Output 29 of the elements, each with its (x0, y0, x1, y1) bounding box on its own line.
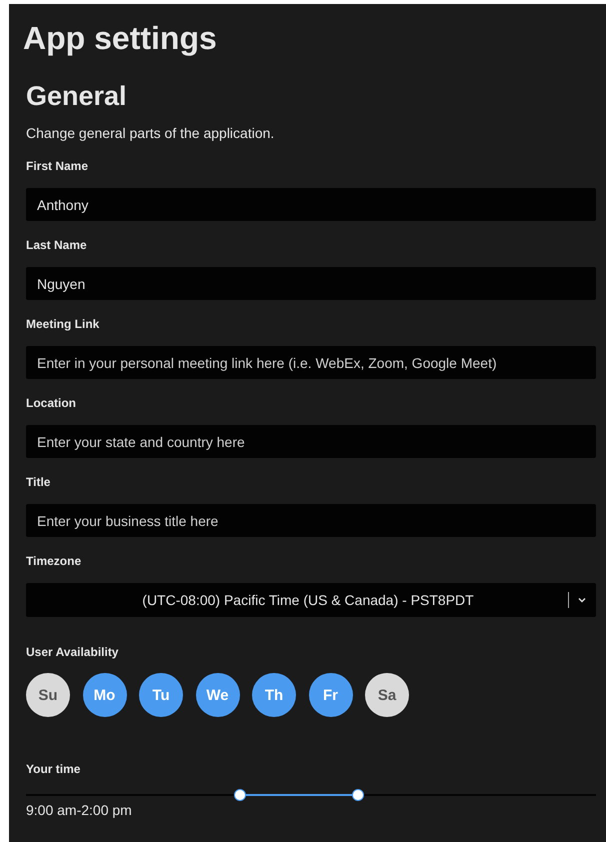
field-label: Title (26, 474, 50, 490)
slider-thumb[interactable] (352, 789, 364, 801)
day-toggle[interactable]: Fr (308, 673, 352, 717)
field-label: Last Name (26, 237, 87, 253)
field-label: Location (26, 395, 76, 411)
field-label: Meeting Link (26, 316, 100, 332)
field-label: First Name (26, 158, 88, 174)
timezone-select[interactable]: (UTC-08:00) Pacific Time (US & Canada) - PST8PDT (26, 583, 596, 617)
field-label: Timezone (26, 553, 82, 569)
input-field[interactable]: Enter your business title here (26, 504, 596, 537)
day-toggle[interactable]: Sa (365, 673, 409, 717)
time-range-slider[interactable] (26, 789, 596, 801)
day-toggle[interactable]: Su (26, 673, 70, 717)
field-label: Your time (26, 761, 80, 777)
section-heading: General (26, 80, 127, 113)
input-field[interactable]: Enter in your personal meeting link here (i.e. WebEx, Zoom, Google Meet) (26, 346, 596, 379)
day-toggle[interactable]: Mo (82, 673, 126, 717)
section-description: Change general parts of the application. (26, 124, 274, 143)
input-field[interactable]: Nguyen (26, 267, 596, 300)
input-field[interactable]: Anthony (26, 188, 596, 221)
slider-thumb[interactable] (234, 789, 246, 801)
time-reading: 9:00 am-2:00 pm (26, 801, 132, 819)
field-label: User Availability (26, 644, 118, 660)
day-toggle[interactable]: Th (252, 673, 296, 717)
input-field[interactable]: Enter your state and country here (26, 425, 596, 458)
day-toggle[interactable]: We (196, 673, 240, 717)
day-toggle[interactable]: Tu (139, 673, 183, 717)
page-title: App settings (23, 19, 217, 58)
chevron-down-icon (578, 597, 586, 603)
